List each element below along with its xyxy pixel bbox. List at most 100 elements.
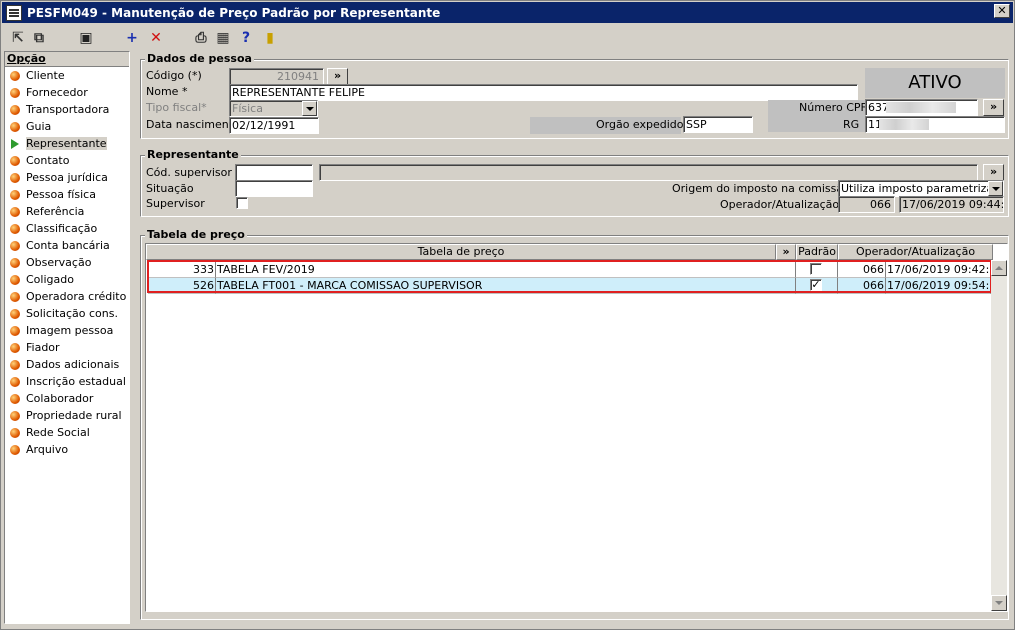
row-code: 333 (148, 262, 216, 278)
sidebar-item[interactable]: Rede Social (5, 424, 129, 441)
sidebar-item[interactable]: Solicitação cons. (5, 305, 129, 322)
situacao-field[interactable] (235, 180, 313, 197)
table-row[interactable]: 526 TABELA FT001 - MARCA COMISSAO SUPERVI… (148, 278, 991, 294)
sidebar-item[interactable]: Cliente (5, 67, 129, 84)
add-icon[interactable]: + (123, 29, 141, 47)
door-icon[interactable]: ▮ (261, 29, 279, 47)
supervisor-lookup-button[interactable]: » (983, 164, 1004, 181)
scroll-up-button[interactable] (991, 260, 1007, 276)
print-icon[interactable]: ⎙ (192, 29, 210, 47)
cod-supervisor-field[interactable] (235, 164, 313, 181)
sidebar-item[interactable]: Fornecedor (5, 84, 129, 101)
sidebar-item[interactable]: Observação (5, 254, 129, 271)
sidebar-item[interactable]: Guia (5, 118, 129, 135)
chevron-down-icon[interactable] (988, 181, 1003, 196)
sidebar-item-label: Fornecedor (26, 86, 88, 99)
bullet-icon (10, 393, 20, 404)
origem-imposto-select[interactable]: Utiliza imposto parametrizado (838, 180, 1004, 197)
bullet-icon (10, 291, 20, 302)
supervisor-name-field (319, 164, 978, 181)
sidebar-item-label: Pessoa jurídica (26, 171, 108, 184)
representante-legend: Representante (145, 148, 241, 161)
vertical-scrollbar[interactable] (991, 260, 1007, 611)
table-row[interactable]: 333TABELA FEV/2019 06617/06/2019 09:42:27 (148, 262, 991, 278)
arrow-right-icon (11, 138, 19, 149)
sidebar-item[interactable]: Colaborador (5, 390, 129, 407)
orgao-expedidor-field[interactable]: SSP (683, 116, 753, 133)
sidebar-item[interactable]: Referência (5, 203, 129, 220)
sidebar-item[interactable]: Conta bancária (5, 237, 129, 254)
switch-icon[interactable]: ⧉ (30, 29, 48, 47)
sidebar-item[interactable]: Coligado (5, 271, 129, 288)
sidebar-item[interactable]: Inscrição estadual (5, 373, 129, 390)
row-name: TABELA FEV/2019 (216, 262, 796, 278)
sidebar-item-label: Conta bancária (26, 239, 110, 252)
main-window: PESFM049 - Manutenção de Preço Padrão po… (0, 0, 1015, 630)
sidebar-item[interactable]: Transportadora (5, 101, 129, 118)
bullet-icon (10, 104, 20, 115)
padrao-checkbox[interactable]: ✓ (810, 279, 822, 291)
col-lookup-button[interactable]: » (776, 244, 796, 260)
rg-label: RG (843, 118, 860, 131)
sidebar-item-label: Arquivo (26, 443, 69, 456)
cod-supervisor-label: Cód. supervisor (146, 166, 232, 179)
codigo-label: Código (*) (146, 69, 202, 82)
tipo-fiscal-select[interactable]: Física (229, 100, 318, 117)
exit-icon[interactable]: ⇱ (9, 29, 27, 47)
sidebar-item-label: Transportadora (26, 103, 110, 116)
codigo-lookup-button[interactable]: » (327, 68, 348, 85)
nome-field[interactable]: REPRESENTANTE FELIPE (229, 84, 858, 101)
row-name: TABELA FT001 - MARCA COMISSAO SUPERVISOR (216, 278, 796, 294)
chevron-down-icon[interactable] (302, 101, 317, 116)
sidebar-item[interactable]: Arquivo (5, 441, 129, 458)
bullet-icon (10, 189, 20, 200)
supervisor-label: Supervisor (146, 197, 205, 210)
bullet-icon (10, 325, 20, 336)
sidebar-item[interactable]: Pessoa jurídica (5, 169, 129, 186)
calculator-icon[interactable]: ▦ (214, 29, 232, 47)
col-padrao[interactable]: Padrão (796, 244, 838, 260)
sidebar-item[interactable]: Fiador (5, 339, 129, 356)
bullet-icon (10, 376, 20, 387)
sidebar-item-label: Cliente (26, 69, 65, 82)
sidebar-item[interactable]: Imagem pessoa (5, 322, 129, 339)
status-badge: ATIVO (865, 68, 1005, 98)
bullet-icon (10, 359, 20, 370)
bullet-icon (10, 70, 20, 81)
origem-imposto-value: Utiliza imposto parametrizado (841, 182, 1004, 195)
tipo-fiscal-label: Tipo fiscal* (146, 101, 207, 114)
bullet-icon (10, 342, 20, 353)
cpf-lookup-button[interactable]: » (983, 99, 1004, 116)
sidebar-item[interactable]: Operadora crédito (5, 288, 129, 305)
sidebar-item[interactable]: Representante (5, 135, 129, 152)
data-nascimento-field[interactable]: 02/12/1991 (229, 117, 319, 134)
sidebar-item[interactable]: Dados adicionais (5, 356, 129, 373)
row-padrao: ✓ (796, 278, 838, 294)
window-title: PESFM049 - Manutenção de Preço Padrão po… (27, 5, 441, 20)
bullet-icon (10, 172, 20, 183)
nome-label: Nome * (146, 85, 188, 98)
operador-atualizacao-label: Operador/Atualização (720, 198, 840, 211)
sidebar-item[interactable]: Propriedade rural (5, 407, 129, 424)
row-data: 17/06/2019 09:42:27 (886, 262, 991, 278)
rg-redacted (879, 119, 929, 130)
delete-icon[interactable]: ✕ (147, 29, 165, 47)
row-operador: 066 (838, 262, 886, 278)
help-icon[interactable]: ? (237, 29, 255, 47)
sidebar-item[interactable]: Pessoa física (5, 186, 129, 203)
codigo-field[interactable]: 210941 (229, 68, 324, 85)
bullet-icon (10, 274, 20, 285)
padrao-checkbox[interactable] (810, 263, 822, 275)
col-operador-atualizacao[interactable]: Operador/Atualização (838, 244, 993, 260)
close-button[interactable]: ✕ (994, 4, 1010, 18)
tabela-preco-legend: Tabela de preço (145, 228, 247, 241)
col-tabela-preco[interactable]: Tabela de preço (146, 244, 776, 260)
bullet-icon (10, 308, 20, 319)
situacao-label: Situação (146, 182, 194, 195)
cpf-redacted (886, 102, 956, 113)
sidebar-item[interactable]: Classificação (5, 220, 129, 237)
scroll-down-button[interactable] (991, 595, 1007, 611)
sidebar-item[interactable]: Contato (5, 152, 129, 169)
save-icon[interactable]: ▣ (77, 29, 95, 47)
supervisor-checkbox[interactable] (236, 197, 248, 209)
